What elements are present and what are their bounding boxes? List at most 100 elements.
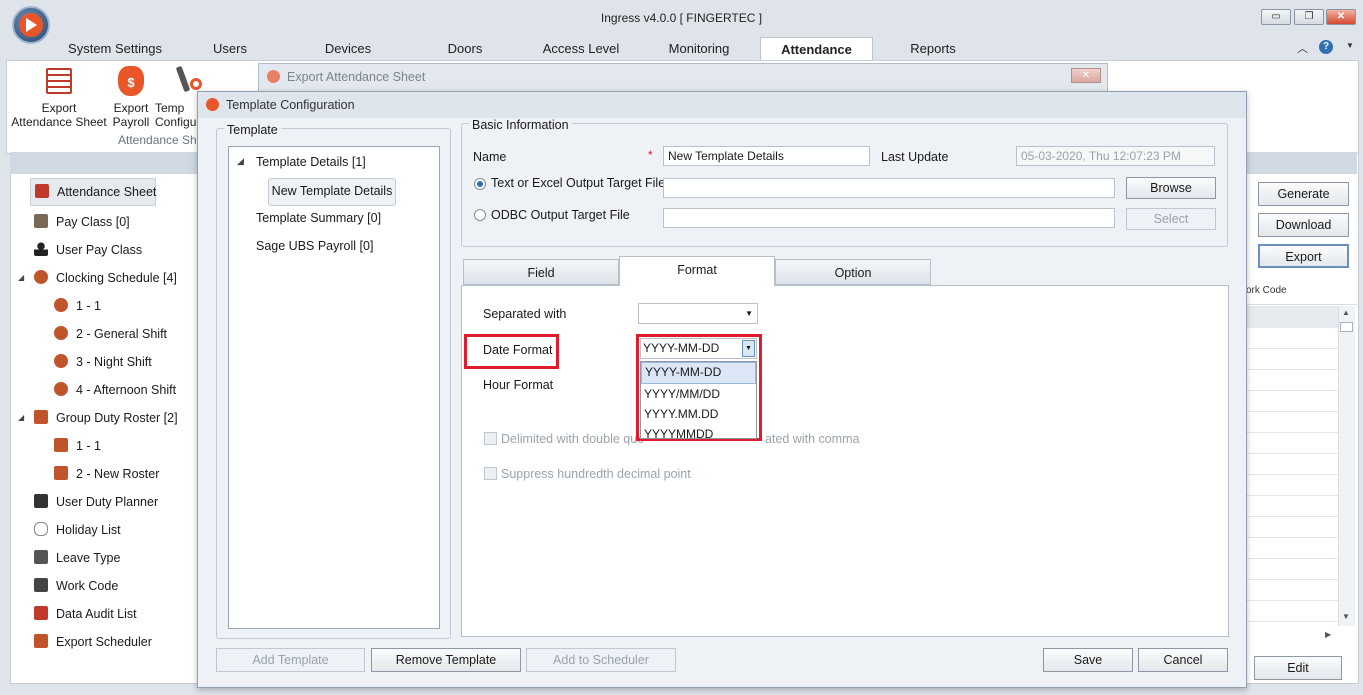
- sidebar-item-label: Clocking Schedule [4]: [56, 271, 177, 285]
- text-excel-path-input[interactable]: [663, 178, 1115, 198]
- table-row[interactable]: [1246, 391, 1338, 412]
- sidebar-item-work-code[interactable]: Work Code: [14, 572, 199, 600]
- odbc-label[interactable]: ODBC Output Target File: [491, 208, 630, 222]
- table-row[interactable]: [1246, 580, 1338, 601]
- text-excel-label[interactable]: Text or Excel Output Target File: [491, 176, 665, 190]
- text-excel-radio[interactable]: [474, 178, 486, 190]
- left-nav-header: [10, 152, 200, 174]
- date-option[interactable]: YYYYMMDD: [641, 424, 756, 438]
- sidebar-item-1-1[interactable]: 1 - 1: [14, 292, 199, 320]
- export-button[interactable]: Export: [1258, 244, 1349, 268]
- sidebar-item-3-night-shift[interactable]: 3 - Night Shift: [14, 348, 199, 376]
- edit-button[interactable]: Edit: [1254, 656, 1342, 680]
- table-row[interactable]: [1246, 601, 1338, 622]
- date-option[interactable]: YYYY-MM-DD: [641, 362, 756, 384]
- sidebar-item-user-pay-class[interactable]: User Pay Class: [14, 236, 199, 264]
- tree-template-details[interactable]: Template Details [1]: [256, 155, 366, 169]
- sidebar-item-2-general-shift[interactable]: 2 - General Shift: [14, 320, 199, 348]
- table-row[interactable]: [1246, 433, 1338, 454]
- column-header-work-code[interactable]: ork Code: [1246, 285, 1287, 296]
- minimize-icon[interactable]: ▭: [1261, 9, 1291, 25]
- table-row[interactable]: [1246, 559, 1338, 580]
- date-format-select[interactable]: YYYY-MM-DD ▼: [640, 338, 757, 359]
- sidebar-item-4-afternoon-shift[interactable]: 4 - Afternoon Shift: [14, 376, 199, 404]
- menu-doors[interactable]: Doors: [436, 38, 494, 60]
- tree-new-template-details[interactable]: New Template Details: [268, 178, 396, 206]
- sidebar-item-clocking-schedule-4[interactable]: ◢ Clocking Schedule [4]: [14, 264, 199, 292]
- separated-with-label: Separated with: [483, 307, 567, 321]
- help-icon[interactable]: ?: [1319, 40, 1333, 54]
- table-row[interactable]: [1246, 349, 1338, 370]
- close-icon[interactable]: ✕: [1071, 68, 1101, 83]
- vertical-scrollbar[interactable]: ▲ ▼: [1338, 306, 1355, 626]
- separated-with-select[interactable]: ▼: [638, 303, 758, 324]
- export-attendance-sheet-button[interactable]: Export Attendance Sheet: [8, 101, 110, 129]
- template-configuration-button[interactable]: Temp Configu: [155, 101, 200, 129]
- collapse-ribbon-icon[interactable]: ︿: [1297, 40, 1308, 56]
- tab-option[interactable]: Option: [775, 259, 931, 285]
- generate-button[interactable]: Generate: [1258, 182, 1349, 206]
- sidebar-item-export-scheduler[interactable]: Export Scheduler: [14, 628, 199, 656]
- sidebar-item-leave-type[interactable]: Leave Type: [14, 544, 199, 572]
- sidebar-item-2-new-roster[interactable]: 2 - New Roster: [14, 460, 199, 488]
- menu-users[interactable]: Users: [200, 38, 260, 60]
- sidebar-item-data-audit-list[interactable]: Data Audit List: [14, 600, 199, 628]
- menu-access-level[interactable]: Access Level: [536, 38, 626, 60]
- odbc-path-input[interactable]: [663, 208, 1115, 228]
- table-row[interactable]: [1246, 328, 1338, 349]
- close-icon[interactable]: ✕: [1326, 9, 1356, 25]
- chevron-down-icon[interactable]: ▼: [742, 340, 755, 357]
- table-row[interactable]: [1246, 370, 1338, 391]
- browse-button[interactable]: Browse: [1126, 177, 1216, 199]
- date-option[interactable]: YYYY.MM.DD: [641, 404, 756, 424]
- sandals-icon: [34, 522, 48, 536]
- table-row[interactable]: [1246, 412, 1338, 433]
- sidebar-item-1-1[interactable]: 1 - 1: [14, 432, 199, 460]
- table-row-selected[interactable]: [1246, 306, 1338, 328]
- add-to-scheduler-button[interactable]: Add to Scheduler: [526, 648, 676, 672]
- tree-template-summary[interactable]: Template Summary [0]: [256, 211, 381, 225]
- roster-icon: [34, 410, 48, 424]
- table-row[interactable]: [1246, 475, 1338, 496]
- remove-template-button[interactable]: Remove Template: [371, 648, 521, 672]
- export-payroll-button[interactable]: Export Payroll: [104, 101, 158, 129]
- tree-collapse-icon[interactable]: ◢: [237, 156, 244, 167]
- download-button[interactable]: Download: [1258, 213, 1349, 237]
- save-button[interactable]: Save: [1043, 648, 1133, 672]
- template-tree: ◢ Template Details [1] New Template Deta…: [228, 146, 440, 629]
- odbc-radio[interactable]: [474, 209, 486, 221]
- tree-collapse-icon[interactable]: ◢: [18, 404, 24, 432]
- sidebar-item-holiday-list[interactable]: Holiday List: [14, 516, 199, 544]
- menu-system-settings[interactable]: System Settings: [60, 38, 170, 60]
- tree-sage-ubs-payroll[interactable]: Sage UBS Payroll [0]: [256, 239, 373, 253]
- sidebar-item-attendance-sheet[interactable]: Attendance Sheet: [30, 178, 156, 206]
- table-row[interactable]: [1246, 454, 1338, 475]
- sheet-icon: [46, 68, 72, 94]
- table-row[interactable]: [1246, 496, 1338, 517]
- scroll-right-icon[interactable]: ▶: [1325, 630, 1331, 639]
- sidebar-item-label: 4 - Afternoon Shift: [76, 383, 177, 397]
- table-row[interactable]: [1246, 517, 1338, 538]
- tree-collapse-icon[interactable]: ◢: [18, 264, 24, 292]
- sidebar-item-group-duty-roster-2[interactable]: ◢ Group Duty Roster [2]: [14, 404, 199, 432]
- date-option[interactable]: YYYY/MM/DD: [641, 384, 756, 404]
- select-button[interactable]: Select: [1126, 208, 1216, 230]
- delimited-checkbox[interactable]: [484, 432, 497, 445]
- table-row[interactable]: [1246, 538, 1338, 559]
- sidebar-item-pay-class-0[interactable]: Pay Class [0]: [14, 208, 199, 236]
- menu-devices[interactable]: Devices: [315, 38, 381, 60]
- restore-icon[interactable]: ❐: [1294, 9, 1324, 25]
- add-template-button[interactable]: Add Template: [216, 648, 365, 672]
- suppress-checkbox[interactable]: [484, 467, 497, 480]
- ribbon-group-label: Attendance Sh: [118, 133, 197, 147]
- tab-field[interactable]: Field: [463, 259, 619, 285]
- menu-monitoring[interactable]: Monitoring: [660, 38, 738, 60]
- chevron-down-icon[interactable]: ▼: [1346, 41, 1354, 50]
- menu-reports[interactable]: Reports: [900, 38, 966, 60]
- sidebar-item-user-duty-planner[interactable]: User Duty Planner: [14, 488, 199, 516]
- hour-format-label: Hour Format: [483, 378, 554, 392]
- menu-attendance[interactable]: Attendance: [760, 37, 873, 62]
- name-input[interactable]: New Template Details: [663, 146, 870, 166]
- cancel-button[interactable]: Cancel: [1138, 648, 1228, 672]
- tab-format[interactable]: Format: [619, 256, 775, 286]
